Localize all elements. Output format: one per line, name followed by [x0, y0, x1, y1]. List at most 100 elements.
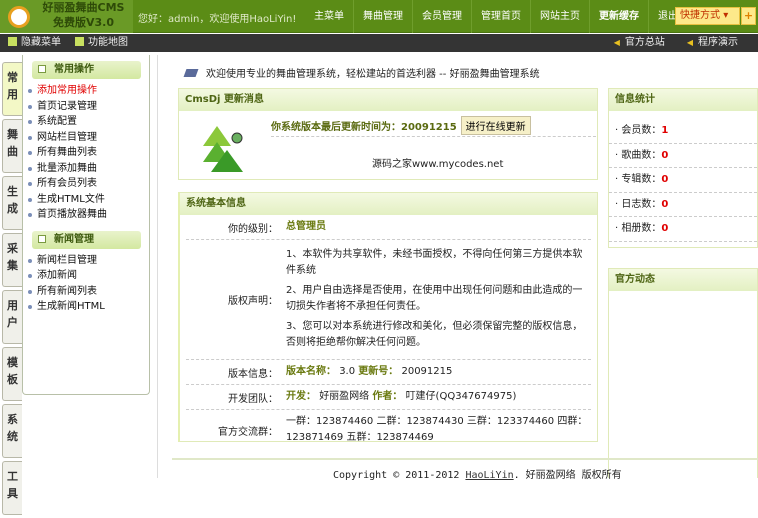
- hide-menu-link[interactable]: 隐藏菜单: [8, 34, 61, 52]
- info-row-qq: 官方交流群： 一群：123874460 二群：123874430 三群：12337…: [186, 409, 591, 450]
- welcome-line: 欢迎使用专业的舞曲管理系统，轻松建站的首选利器 -- 好丽盈舞曲管理系统: [183, 65, 540, 80]
- panel-title: 官方动态: [609, 269, 757, 291]
- official-site-link[interactable]: ◀ 官方总站: [614, 34, 665, 52]
- group-news[interactable]: 新闻管理: [32, 230, 141, 249]
- sidebar-item[interactable]: 生成新闻HTML: [23, 299, 149, 315]
- sidebar-item[interactable]: 首页记录管理: [23, 99, 149, 115]
- row-label: 官方交流群：: [218, 426, 278, 438]
- logo: 好丽盈舞曲CMS 免费版V3.0: [0, 0, 133, 33]
- panel-title: CmsDj 更新消息: [179, 89, 597, 111]
- tab-tools[interactable]: 工具: [2, 461, 22, 515]
- nav-update-cache[interactable]: 更新缓存: [589, 0, 648, 33]
- copyright-item: 3、您可以对本系统进行修改和美化，但必须保留完整的版权信息，否则将拒绝帮你解决任…: [286, 321, 583, 348]
- stats-panel: 信息统计 · 会员数：1 · 歌曲数：0 · 专辑数：0 · 日志数：0 · 相…: [608, 88, 758, 248]
- system-info-panel: 系统基本信息 你的级别： 总管理员 版权声明： 1、本软件为共享软件，未经书面授权…: [178, 192, 598, 443]
- update-panel: CmsDj 更新消息 你系统版本最后更新时间为：20091215 进行在线更新 源…: [178, 88, 598, 180]
- expand-icon: [38, 65, 46, 73]
- row-label: 版权声明：: [228, 296, 278, 307]
- group-common-ops[interactable]: 常用操作: [32, 61, 141, 79]
- stat-label: 相册数：: [621, 223, 662, 235]
- sidebar-item[interactable]: 网站栏目管理: [23, 130, 149, 146]
- group-title: 新闻管理: [54, 233, 94, 245]
- sidebar-item[interactable]: 系统配置: [23, 114, 149, 130]
- arrow-icon: ◀: [686, 38, 693, 47]
- nav-site-home[interactable]: 网站主页: [530, 0, 589, 33]
- stat-photos: · 相册数：0: [609, 217, 757, 242]
- sidebar-item[interactable]: 所有舞曲列表: [23, 145, 149, 161]
- tab-templates[interactable]: 模板: [2, 347, 22, 401]
- stat-logs: · 日志数：0: [609, 193, 757, 218]
- demo-label: 程序演示: [698, 37, 738, 48]
- arrow-icon: ◀: [613, 38, 620, 47]
- side-tabs: 常用 舞曲 生成 采集 用户 模板 系统 工具: [2, 62, 22, 518]
- copyright-owner: . 好丽盈网络 版权所有: [513, 470, 622, 481]
- row-label: 开发团队：: [228, 393, 278, 405]
- update-illustration-icon: [203, 126, 243, 172]
- welcome-text: 欢迎使用专业的舞曲管理系统，轻松建站的首选利器 -- 好丽盈舞曲管理系统: [206, 69, 540, 80]
- info-row-copyright: 版权声明： 1、本软件为共享软件，未经书面授权，不得向任何第三方提供本软件系统 …: [186, 240, 591, 360]
- update-time-text: 你系统版本最后更新时间为：20091215: [271, 122, 457, 133]
- label: 作者：: [372, 391, 403, 402]
- tab-generate[interactable]: 生成: [2, 176, 22, 230]
- divider: [157, 55, 158, 478]
- nav-music-manage[interactable]: 舞曲管理: [353, 0, 412, 33]
- sidebar-item[interactable]: 所有会员列表: [23, 176, 149, 192]
- sub-bar: 隐藏菜单 功能地图 ◀ 官方总站 ◀ 程序演示: [0, 34, 758, 52]
- sidebar-item[interactable]: 添加新闻: [23, 268, 149, 284]
- stat-label: 专辑数：: [621, 174, 662, 186]
- info-row-level: 你的级别： 总管理员: [186, 215, 591, 240]
- greeting: 您好：admin，欢迎使用HaoLiYin!: [138, 14, 297, 25]
- tab-users[interactable]: 用户: [2, 290, 22, 344]
- tab-common[interactable]: 常用: [2, 62, 22, 116]
- stat-value: 0: [661, 149, 669, 161]
- label: 版本名称：: [286, 366, 336, 377]
- chevron-down-icon: ▾: [723, 10, 729, 21]
- tab-system[interactable]: 系统: [2, 404, 22, 458]
- copyright-link[interactable]: HaoLiYin: [465, 470, 513, 481]
- info-row-version: 版本信息： 版本名称： 3.0 更新号： 20091215: [186, 360, 591, 385]
- row-label: 你的级别：: [228, 223, 278, 235]
- logo-icon: [8, 6, 30, 28]
- demo-link[interactable]: ◀ 程序演示: [687, 34, 738, 52]
- nav-main-menu[interactable]: 主菜单: [305, 0, 353, 33]
- sidebar-item[interactable]: 批量添加舞曲: [23, 161, 149, 177]
- nav-admin-home[interactable]: 管理首页: [471, 0, 530, 33]
- copyright-footer: Copyright © 2011-2012 HaoLiYin. 好丽盈网络 版权…: [333, 466, 622, 481]
- sidebar-item[interactable]: 添加常用操作: [23, 83, 149, 99]
- stat-members: · 会员数：1: [609, 119, 757, 144]
- group-title: 常用操作: [54, 64, 94, 75]
- footer-divider: [172, 458, 758, 460]
- nav-member-manage[interactable]: 会员管理: [412, 0, 471, 33]
- stat-value: 0: [661, 223, 669, 235]
- tab-collect[interactable]: 采集: [2, 233, 22, 287]
- official-site-label: 官方总站: [624, 37, 665, 48]
- panel-title: 信息统计: [609, 89, 757, 111]
- online-update-button[interactable]: 进行在线更新: [460, 116, 531, 135]
- stat-value: 0: [661, 198, 669, 210]
- stat-label: 会员数：: [621, 125, 662, 136]
- separator: [271, 136, 596, 137]
- official-news-panel: 官方动态: [608, 268, 758, 478]
- top-nav: 主菜单 舞曲管理 会员管理 管理首页 网站主页 更新缓存 退出: [305, 0, 687, 33]
- developer: 好丽盈网络: [319, 391, 370, 402]
- source-text: 源码之家www.mycodes.net: [372, 159, 504, 170]
- sidebar-item[interactable]: 所有新闻列表: [23, 284, 149, 300]
- shortcut-dropdown[interactable]: 快捷方式 ▾: [675, 7, 740, 25]
- shortcut-label: 快捷方式: [680, 10, 720, 21]
- version-name: 3.0: [339, 366, 356, 377]
- update-number: 20091215: [401, 366, 453, 377]
- book-icon: [183, 69, 199, 77]
- logo-title: 好丽盈舞曲CMS: [42, 1, 125, 14]
- stat-albums: · 专辑数：0: [609, 168, 757, 193]
- stat-label: 歌曲数：: [621, 149, 662, 161]
- sidebar-item[interactable]: 生成HTML文件: [23, 192, 149, 208]
- copyright-item: 2、用户自由选择是否使用，在使用中出现任何问题和由此造成的一切损失作者将不承担任…: [286, 285, 583, 312]
- stat-value: 1: [661, 125, 669, 136]
- label: 开发：: [286, 391, 316, 402]
- info-row-team: 开发团队： 开发： 好丽盈网络 作者： 叮建仔(QQ347674975): [186, 385, 591, 409]
- add-shortcut-button[interactable]: +: [741, 7, 756, 25]
- tab-music[interactable]: 舞曲: [2, 119, 22, 173]
- function-map-link[interactable]: 功能地图: [75, 34, 128, 52]
- sidebar-item[interactable]: 首页播放器舞曲: [23, 207, 149, 223]
- sidebar-item[interactable]: 新闻栏目管理: [23, 253, 149, 269]
